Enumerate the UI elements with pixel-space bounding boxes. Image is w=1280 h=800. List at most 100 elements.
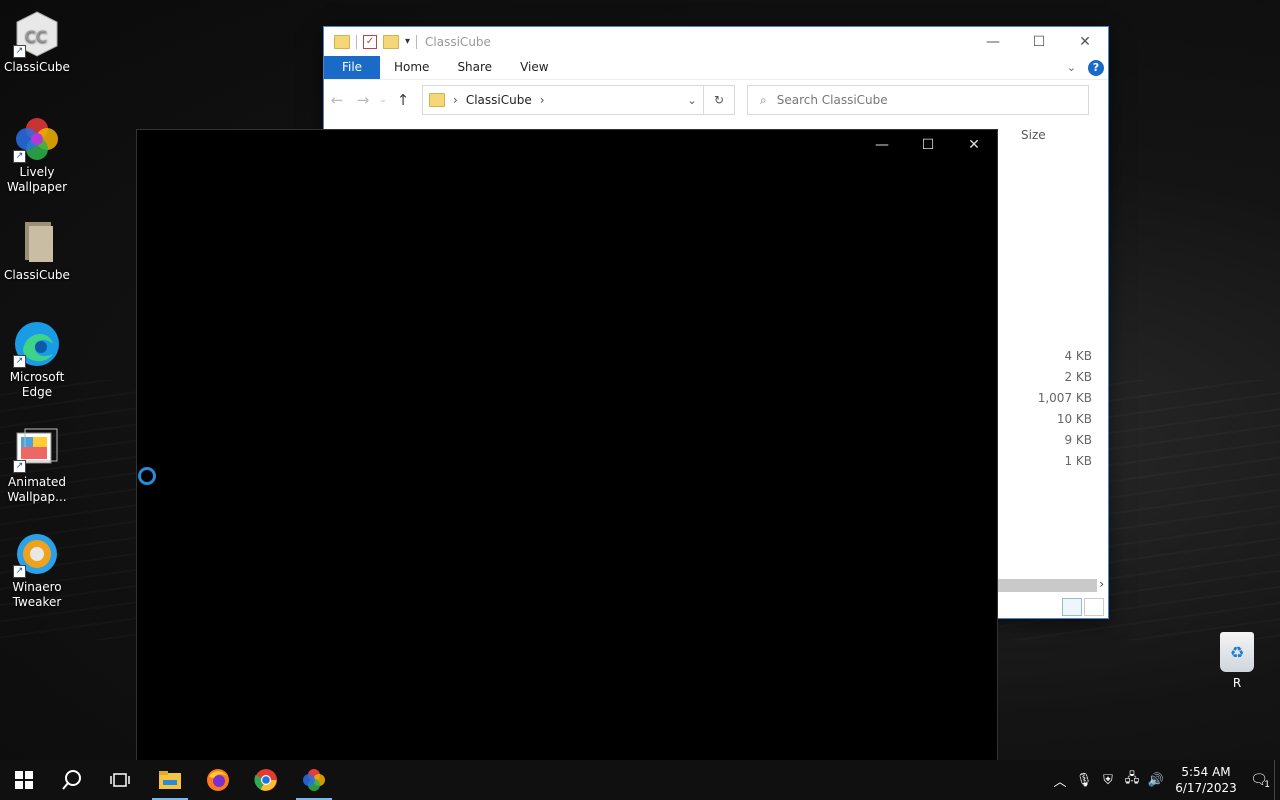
defender-icon[interactable]: ⛨ [1096,773,1120,788]
task-view-icon [110,773,130,787]
firefox-icon [207,769,229,791]
address-bar[interactable]: › ClassiCube › ⌄ [422,85,704,115]
minimize-button[interactable]: — [859,130,905,161]
taskbar-lively-wallpaper[interactable] [290,760,338,800]
desktop-icon-classicube-app[interactable]: CC ↗ ClassiCube [0,10,74,75]
divider [416,34,418,49]
animated-wallpaper-icon: ↗ [13,425,61,473]
desktop-icon-label: Microsoft Edge [9,370,65,399]
chevron-right-icon[interactable]: › [453,93,458,107]
forward-arrow-icon[interactable]: → [350,91,376,109]
new-folder-icon[interactable] [383,34,399,49]
desktop-icon-label: ClassiCube [4,60,70,74]
search-input[interactable]: Search ClassiCube [777,93,888,107]
folder-icon [429,93,445,107]
desktop-icon-recycle-bin[interactable]: R [1212,632,1262,690]
lively-wallpaper-icon [303,769,325,791]
desktop-icon-label: Winaero Tweaker [12,580,62,609]
shortcut-arrow-icon: ↗ [13,150,26,163]
microphone-icon[interactable]: 🎙 [1072,773,1096,788]
task-view-button[interactable] [96,760,144,800]
svg-text:CC: CC [25,27,47,46]
file-size: 4 KB [1064,349,1092,363]
system-tray: ︿ 🎙 ⛨ 🖧 🔊 5:54 AM 6/17/2023 🗨 1 [1048,760,1280,800]
file-explorer-icon [159,771,181,789]
desktop-icon-label: ClassiCube [4,268,70,282]
shortcut-arrow-icon: ↗ [13,460,26,473]
desktop-icon-label: R [1232,676,1242,690]
shortcut-arrow-icon: ↗ [13,355,26,368]
clock-time: 5:54 AM [1181,765,1231,779]
maximize-button[interactable]: ☐ [905,130,951,161]
network-icon[interactable]: 🖧 [1120,769,1144,791]
search-icon: ⌕ [760,92,767,107]
navigation-bar: ← → ⌄ ↑ › ClassiCube › ⌄ ↻ ⌕ Search Clas… [324,79,1108,120]
clock[interactable]: 5:54 AM 6/17/2023 [1174,764,1238,796]
minimize-button[interactable]: — [970,34,1016,50]
chevron-down-icon[interactable]: ⌄ [681,94,703,107]
app-window[interactable]: — ☐ ✕ [137,130,997,760]
busy-cursor-icon [138,467,156,485]
explorer-titlebar[interactable]: ✓ ▾ ClassiCube — ☐ ✕ [324,27,1108,56]
scroll-right-icon[interactable]: › [1099,577,1104,591]
desktop-icon-winaero-tweaker[interactable]: ↗ Winaero Tweaker [0,530,74,610]
desktop-icon-animated-wallpaper[interactable]: ↗ Animated Wallpap... [0,425,74,505]
classicube-app-icon: CC ↗ [13,10,61,58]
close-button[interactable]: ✕ [1062,34,1108,50]
taskbar-chrome[interactable] [242,760,290,800]
search-box[interactable]: ⌕ Search ClassiCube [747,85,1089,115]
show-desktop-button[interactable] [1274,760,1280,800]
file-size: 2 KB [1064,370,1092,384]
breadcrumb[interactable]: ClassiCube [466,93,532,107]
desktop-icon-edge[interactable]: ↗ Microsoft Edge [0,320,74,400]
notification-center-button[interactable]: 🗨 1 [1244,772,1274,790]
properties-icon[interactable]: ✓ [363,34,377,49]
clock-date: 6/17/2023 [1175,781,1237,795]
tab-view[interactable]: View [506,56,562,79]
file-size: 9 KB [1064,433,1092,447]
recycle-bin-icon [1220,632,1254,672]
expand-ribbon-icon[interactable]: ⌄ [1067,61,1076,74]
chevron-right-icon[interactable]: › [540,93,545,107]
help-icon[interactable]: ? [1088,59,1104,76]
tab-share[interactable]: Share [443,56,506,79]
ribbon-tabs: File Home Share View ⌄ ? [324,56,1108,79]
tab-file[interactable]: File [324,56,380,79]
taskbar: ︿ 🎙 ⛨ 🖧 🔊 5:54 AM 6/17/2023 🗨 1 [0,760,1280,800]
close-button[interactable]: ✕ [951,130,997,161]
search-button[interactable] [48,760,96,800]
notification-badge: 1 [1264,780,1270,790]
up-arrow-icon[interactable]: ↑ [390,91,416,109]
search-icon [62,770,81,790]
desktop-icon-lively-wallpaper[interactable]: ↗ Lively Wallpaper [0,115,74,195]
desktop-icon-classicube-folder[interactable]: ClassiCube [0,218,74,283]
desktop: CC ↗ ClassiCube ↗ Lively Wallpaper Class… [0,0,1280,760]
folder-icon [13,218,61,266]
file-size: 1 KB [1064,454,1092,468]
shortcut-arrow-icon: ↗ [13,45,26,58]
lively-wallpaper-icon: ↗ [13,115,61,163]
large-icons-view-icon[interactable] [1084,598,1104,616]
taskbar-firefox[interactable] [194,760,242,800]
file-size: 10 KB [1056,412,1092,426]
horizontal-scrollbar[interactable] [997,579,1097,592]
volume-icon[interactable]: 🔊 [1144,773,1168,788]
recent-locations-icon[interactable]: ⌄ [376,95,390,105]
window-title: ClassiCube [425,34,491,49]
maximize-button[interactable]: ☐ [1016,34,1062,50]
customize-quick-access-icon[interactable]: ▾ [405,36,410,47]
details-view-icon[interactable] [1062,598,1082,616]
start-button[interactable] [0,760,48,800]
desktop-icon-label: Lively Wallpaper [6,165,68,194]
file-size: 1,007 KB [1037,391,1092,405]
chrome-icon [254,769,277,791]
tab-home[interactable]: Home [380,56,443,79]
refresh-icon[interactable]: ↻ [704,85,735,115]
taskbar-file-explorer[interactable] [146,760,194,800]
edge-icon: ↗ [13,320,61,368]
column-header-size[interactable]: Size [1021,128,1046,142]
size-column: 4 KB 2 KB 1,007 KB 10 KB 9 KB 1 KB [1038,346,1092,472]
chevron-up-icon[interactable]: ︿ [1048,771,1072,790]
desktop-icon-label: Animated Wallpap... [7,475,67,504]
back-arrow-icon[interactable]: ← [324,91,350,109]
